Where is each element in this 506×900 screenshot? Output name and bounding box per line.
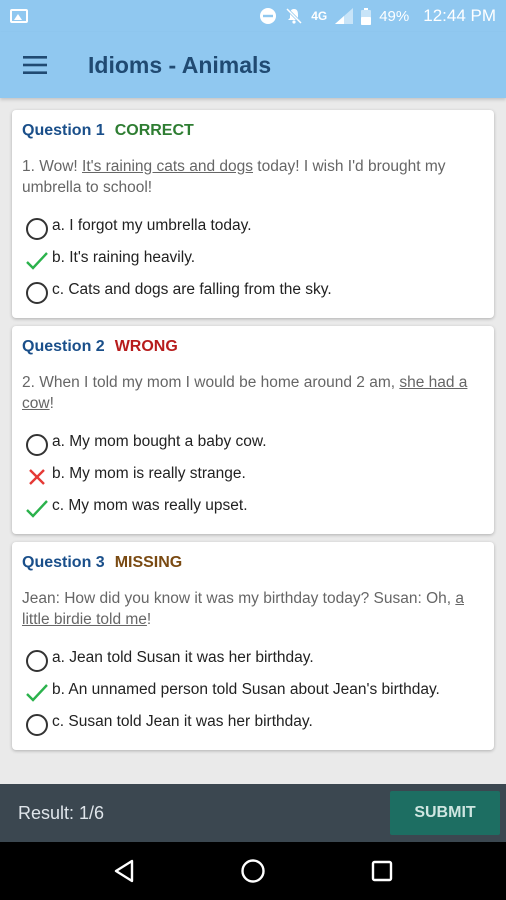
cross-icon — [29, 469, 45, 485]
radio-button[interactable] — [26, 218, 48, 240]
question-header: Question 2 WRONG — [22, 338, 484, 356]
network-type: 4G — [311, 9, 328, 23]
check-icon — [26, 500, 48, 518]
radio-button[interactable] — [26, 434, 48, 456]
back-button[interactable] — [104, 851, 144, 891]
result-text: Result: 1/6 — [18, 802, 105, 823]
question-list[interactable]: Question 1 CORRECT 1. Wow! It's raining c… — [0, 98, 506, 784]
recents-icon — [371, 860, 392, 882]
question-header: Question 3 MISSING — [22, 554, 484, 572]
app-bar: Idioms - Animals — [0, 32, 506, 98]
option-text: a. I forgot my umbrella today. — [52, 217, 252, 234]
status-bar: 4G 49% 12:44 PM — [0, 0, 506, 32]
question-status: WRONG — [114, 338, 178, 355]
check-icon — [26, 252, 48, 270]
answer-option[interactable]: a. Jean told Susan it was her birthday. — [22, 644, 484, 676]
clock: 12:44 PM — [423, 6, 496, 25]
option-text: b. My mom is really strange. — [52, 465, 246, 482]
question-label: Question 3 — [22, 554, 105, 571]
question-label: Question 2 — [22, 338, 105, 355]
question-card: Question 3 MISSING Jean: How did you know… — [12, 542, 494, 750]
option-text: c. Cats and dogs are falling from the sk… — [52, 281, 332, 298]
answer-option[interactable]: c. Cats and dogs are falling from the sk… — [22, 276, 484, 308]
question-label: Question 1 — [22, 122, 105, 139]
question-text: 1. Wow! It's raining cats and dogs today… — [22, 156, 484, 198]
option-text: a. Jean told Susan it was her birthday. — [52, 649, 314, 666]
question-text-before: Jean: How did you know it was my birthda… — [22, 590, 456, 607]
radio-button[interactable] — [26, 650, 48, 672]
gallery-notification-icon — [10, 9, 28, 23]
radio-button[interactable] — [26, 714, 48, 736]
option-text: c. My mom was really upset. — [52, 497, 248, 514]
check-icon — [26, 684, 48, 702]
page-title: Idioms - Animals — [88, 51, 272, 78]
question-header: Question 1 CORRECT — [22, 122, 484, 140]
answer-option[interactable]: c. Susan told Jean it was her birthday. — [22, 708, 484, 740]
hamburger-menu-icon — [23, 56, 47, 74]
idiom-text: It's raining cats and dogs — [82, 158, 253, 175]
question-text-before: 2. When I told my mom I would be home ar… — [22, 374, 400, 391]
question-card: Question 2 WRONG 2. When I told my mom I … — [12, 326, 494, 534]
question-card: Question 1 CORRECT 1. Wow! It's raining c… — [12, 110, 494, 318]
question-text-before: 1. Wow! — [22, 158, 83, 175]
question-status: CORRECT — [114, 122, 194, 139]
answer-option[interactable]: b. My mom is really strange. — [22, 460, 484, 492]
home-icon — [241, 859, 265, 883]
option-text: b. It's raining heavily. — [52, 249, 196, 266]
answer-option[interactable]: b. It's raining heavily. — [22, 244, 484, 276]
signal-icon — [335, 8, 354, 24]
question-text-after: ! — [49, 395, 54, 412]
do-not-disturb-icon — [260, 8, 277, 24]
submit-button[interactable]: SUBMIT — [390, 791, 500, 835]
answer-option[interactable]: c. My mom was really upset. — [22, 492, 484, 524]
menu-button[interactable] — [0, 32, 70, 98]
battery-percent: 49% — [379, 7, 410, 25]
question-text: Jean: How did you know it was my birthda… — [22, 588, 484, 630]
home-button[interactable] — [233, 851, 273, 891]
radio-button[interactable] — [26, 282, 48, 304]
battery-icon — [361, 7, 372, 25]
answer-option[interactable]: a. I forgot my umbrella today. — [22, 212, 484, 244]
option-text: b. An unnamed person told Susan about Je… — [52, 681, 440, 698]
recents-button[interactable] — [362, 851, 402, 891]
result-bar: Result: 1/6 SUBMIT — [0, 784, 506, 842]
question-text: 2. When I told my mom I would be home ar… — [22, 372, 484, 414]
mute-notifications-icon — [286, 7, 303, 25]
question-text-after: ! — [146, 611, 152, 628]
option-text: a. My mom bought a baby cow. — [52, 433, 267, 450]
system-nav-bar — [0, 842, 506, 900]
answer-option[interactable]: a. My mom bought a baby cow. — [22, 428, 484, 460]
question-status: MISSING — [114, 554, 183, 571]
back-icon — [115, 859, 134, 883]
option-text: c. Susan told Jean it was her birthday. — [52, 713, 313, 730]
answer-option[interactable]: b. An unnamed person told Susan about Je… — [22, 676, 484, 708]
